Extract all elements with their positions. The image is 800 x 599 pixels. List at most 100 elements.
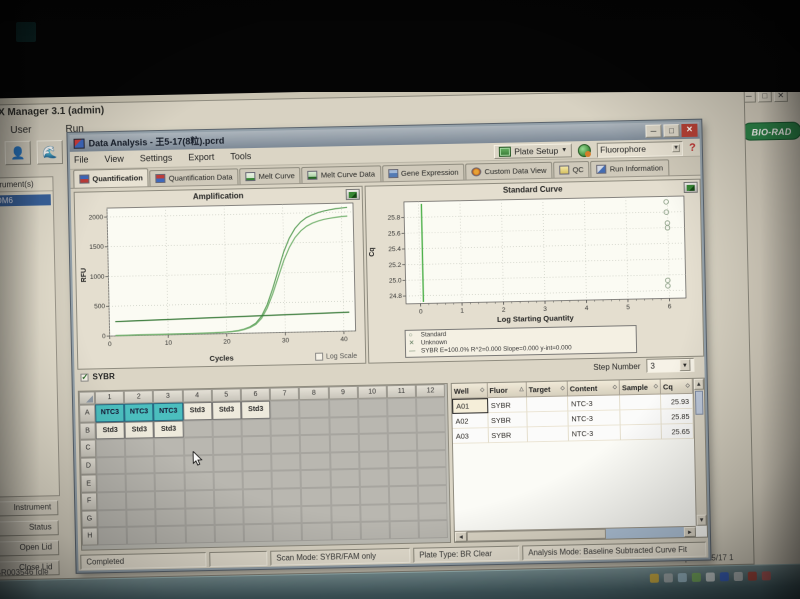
plate-well-C2[interactable] [125, 438, 155, 457]
cell-fluor[interactable]: SYBR [487, 397, 528, 414]
plate-well-H11[interactable] [389, 520, 420, 540]
scroll-up-icon[interactable]: ▲ [693, 378, 704, 390]
tab-gene-expression[interactable]: Gene Expression [381, 163, 465, 182]
scroll-right-icon[interactable]: ► [683, 526, 696, 538]
sync-icon[interactable] [578, 143, 592, 157]
plate-well-C9[interactable] [329, 434, 359, 453]
menu-item-view[interactable]: View [104, 154, 124, 164]
plate-well-G9[interactable] [330, 504, 361, 523]
cell-target[interactable] [527, 411, 569, 428]
column-header-fluor[interactable]: Fluor △ [487, 382, 527, 399]
plate-well-G7[interactable] [272, 505, 302, 524]
plate-well-B5[interactable] [212, 418, 242, 438]
tray-pin-icon[interactable] [705, 572, 715, 582]
plate-well-B11[interactable] [387, 415, 417, 434]
plate-well-D11[interactable] [388, 450, 418, 469]
plate-well-D12[interactable] [417, 449, 447, 469]
plate-well-H3[interactable] [156, 525, 186, 544]
plate-well-F12[interactable] [417, 485, 448, 504]
plate-well-B12[interactable] [416, 414, 447, 433]
cell-target[interactable] [527, 426, 569, 443]
plate-well-G6[interactable] [243, 506, 273, 525]
tray-blue-icon[interactable] [719, 572, 729, 582]
plate-well-C11[interactable] [387, 432, 418, 452]
fluorophore-dropdown[interactable]: Fluorophore ▼ [596, 140, 684, 158]
cell-well[interactable]: A01 [452, 398, 488, 414]
plate-well-H6[interactable] [243, 523, 274, 543]
cell-cq[interactable]: 25.93 [661, 393, 694, 410]
plate-well-B8[interactable] [299, 417, 330, 436]
plate-well-G11[interactable] [389, 503, 419, 522]
maximize-icon[interactable]: □ [757, 90, 772, 103]
plate-well-D9[interactable] [329, 451, 360, 470]
plate-well-E12[interactable] [417, 467, 448, 486]
plate-well-H9[interactable] [331, 522, 361, 541]
plate-well-F9[interactable] [330, 486, 360, 506]
cell-cq[interactable]: 25.85 [661, 408, 694, 425]
plate-well-H8[interactable] [301, 522, 332, 541]
plate-well-B3[interactable]: Std3 [153, 420, 184, 439]
plate-well-G3[interactable] [155, 508, 186, 527]
plate-well-F10[interactable] [359, 486, 390, 505]
plate-row-header[interactable]: B [79, 421, 96, 440]
menu-item-file[interactable]: File [74, 154, 89, 164]
tab-melt-curve[interactable]: Melt Curve [239, 167, 301, 185]
plate-well-G1[interactable] [97, 509, 127, 528]
plate-well-C10[interactable] [358, 433, 389, 452]
plate-column-header[interactable]: 1 [94, 390, 125, 405]
plate-well-E7[interactable] [271, 470, 302, 489]
sybr-checkbox[interactable]: SYBR [80, 372, 115, 382]
cell-fluor[interactable]: SYBR [488, 427, 528, 444]
plate-well-B10[interactable] [358, 415, 388, 435]
help-icon[interactable]: ? [689, 142, 696, 154]
plate-well-F3[interactable] [155, 490, 185, 509]
plate-well-B1[interactable]: Std3 [95, 421, 126, 440]
tab-melt-curve-data[interactable]: Melt Curve Data [301, 165, 382, 184]
plate-well-F11[interactable] [388, 485, 419, 504]
plate-well-E8[interactable] [300, 469, 331, 489]
plate-well-E9[interactable] [330, 469, 360, 488]
plate-row-header[interactable]: G [81, 509, 98, 528]
tray-block-icon[interactable] [761, 571, 771, 581]
plate-well-A4[interactable]: Std3 [182, 401, 213, 421]
plate-well-D2[interactable] [125, 455, 155, 475]
cell-sample[interactable] [620, 409, 662, 426]
plate-well-A6[interactable]: Std3 [240, 400, 271, 419]
cell-content[interactable]: NTC-3 [567, 395, 621, 412]
menu-item-tools[interactable]: Tools [230, 151, 251, 161]
plate-well-E5[interactable] [213, 471, 243, 490]
plate-corner-cell[interactable] [78, 391, 96, 405]
plate-well-E4[interactable] [184, 472, 214, 491]
standard-curve-chart[interactable]: 0 1 2 3 4 5 6 24.8 25.0 25.2 25.4 25.6 25.8 [374, 193, 698, 318]
plate-well-A1[interactable]: NTC3 [95, 403, 125, 422]
plate-well-C12[interactable] [416, 432, 447, 451]
menu-item-user[interactable]: User [10, 125, 31, 136]
column-header-sample[interactable]: Sample ◇ [619, 379, 662, 396]
plate-well-D8[interactable] [300, 452, 331, 471]
menu-item-export[interactable]: Export [188, 152, 214, 163]
plate-well-H5[interactable] [214, 524, 244, 543]
plate-well-D3[interactable] [154, 455, 185, 474]
cell-fluor[interactable]: SYBR [487, 412, 528, 429]
plate-row-header[interactable]: H [81, 527, 99, 546]
scroll-down-icon[interactable]: ▼ [696, 514, 707, 526]
tray-wifi-icon[interactable] [677, 573, 687, 583]
plate-well-D1[interactable] [96, 456, 126, 475]
plate-column-header[interactable]: 8 [299, 386, 329, 401]
plate-well-H1[interactable] [97, 526, 128, 546]
plate-well-A11[interactable] [386, 397, 417, 416]
plate-row-header[interactable]: E [80, 474, 97, 493]
plate-well-H2[interactable] [126, 526, 157, 545]
plate-column-header[interactable]: 7 [269, 387, 300, 401]
plate-well-G2[interactable] [126, 508, 157, 527]
plate-column-header[interactable]: 10 [357, 385, 387, 399]
plate-well-B2[interactable]: Std3 [124, 420, 155, 439]
cell-well[interactable]: A02 [452, 413, 489, 429]
plate-well-G8[interactable] [301, 505, 332, 524]
plate-well-F4[interactable] [184, 489, 215, 509]
tab-run-information[interactable]: Run Information [590, 159, 670, 177]
plate-well-D5[interactable] [212, 454, 243, 473]
plate-well-B9[interactable] [328, 416, 359, 435]
plate-well-H12[interactable] [418, 520, 449, 539]
tray-green-icon[interactable] [691, 572, 701, 582]
